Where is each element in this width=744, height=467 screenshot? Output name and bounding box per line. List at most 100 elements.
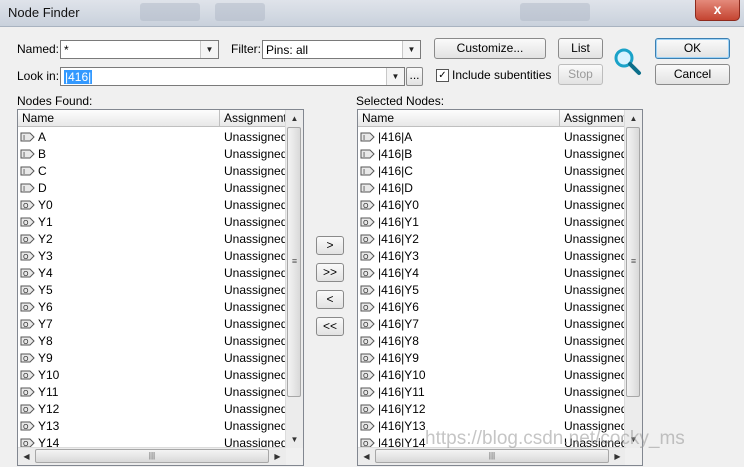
node-name: C: [38, 164, 47, 178]
list-item[interactable]: O Y8 Unassigned: [18, 332, 287, 349]
scroll-right-icon[interactable]: ▶: [269, 448, 286, 465]
list-item[interactable]: I |416|B Unassigned: [358, 145, 627, 162]
chevron-down-icon[interactable]: ▼: [200, 41, 218, 58]
list-item[interactable]: O Y2 Unassigned: [18, 230, 287, 247]
close-button[interactable]: x: [695, 0, 740, 21]
scroll-thumb[interactable]: ≡: [626, 127, 640, 397]
filter-combo[interactable]: Pins: all ▼: [262, 40, 421, 59]
list-item[interactable]: O Y0 Unassigned: [18, 196, 288, 213]
selected-nodes-list[interactable]: Name Assignments I |416|A Unassigned I |416|…: [357, 109, 643, 466]
include-subentities-checkbox[interactable]: ✓: [436, 69, 449, 82]
list-item[interactable]: O |416|Y10 Unassigned: [358, 366, 627, 383]
list-item[interactable]: I B Unassigned: [18, 145, 287, 162]
list-item[interactable]: I C Unassigned: [18, 162, 287, 179]
input-pin-icon: I: [20, 183, 35, 193]
scroll-thumb[interactable]: ≡: [287, 127, 301, 397]
list-item[interactable]: O |416|Y6 Unassigned: [358, 298, 627, 315]
scroll-up-icon[interactable]: ▲: [286, 110, 303, 127]
list-item[interactable]: I |416|C Unassigned: [358, 162, 627, 179]
list-item[interactable]: O |416|Y8 Unassigned: [358, 332, 627, 349]
list-item[interactable]: I D Unassigned: [18, 179, 287, 196]
node-name: |416|D: [378, 181, 413, 195]
list-item[interactable]: O |416|Y4 Unassigned: [358, 264, 627, 281]
list-item[interactable]: O Y13 Unassigned: [18, 417, 287, 434]
list-item[interactable]: O Y1 Unassigned: [18, 213, 287, 230]
node-name: Y4: [38, 266, 53, 280]
node-assignment: Unassigned: [224, 198, 288, 212]
close-icon: x: [713, 1, 722, 17]
list-item[interactable]: O Y5 Unassigned: [18, 281, 287, 298]
add-selected-button[interactable]: >: [316, 236, 344, 255]
list-item[interactable]: O Y4 Unassigned: [18, 264, 287, 281]
node-assignment: Unassigned: [224, 317, 288, 331]
selected-nodes-label: Selected Nodes:: [356, 94, 445, 108]
chevron-down-icon[interactable]: ▼: [402, 41, 420, 58]
scroll-left-icon[interactable]: ◀: [18, 448, 35, 465]
vertical-scrollbar[interactable]: ▲ ≡ ▼: [285, 110, 303, 448]
cancel-button[interactable]: Cancel: [655, 64, 730, 85]
named-combo[interactable]: * ▼: [60, 40, 219, 59]
ok-button[interactable]: OK: [655, 38, 730, 59]
node-assignment: Unassigned: [224, 385, 288, 399]
look-in-combo[interactable]: |416| ▼: [60, 67, 405, 86]
list-item[interactable]: O Y3 Unassigned: [18, 247, 288, 264]
horizontal-scrollbar[interactable]: ◀ ||| ▶: [18, 447, 286, 465]
output-pin-icon: O: [20, 353, 35, 363]
list-item[interactable]: O Y6 Unassigned: [18, 298, 287, 315]
list-item[interactable]: I |416|D Unassigned: [358, 179, 627, 196]
column-header-name[interactable]: Name: [18, 110, 220, 127]
chevron-down-icon[interactable]: ▼: [386, 68, 404, 85]
list-item[interactable]: I |416|A Unassigned: [358, 128, 627, 145]
list-item[interactable]: O |416|Y12 Unassigned: [358, 400, 627, 417]
list-item[interactable]: O |416|Y5 Unassigned: [358, 281, 627, 298]
list-item[interactable]: O Y9 Unassigned: [18, 349, 287, 366]
column-header-assignments[interactable]: Assignments: [220, 110, 293, 127]
cancel-label: Cancel: [673, 67, 712, 81]
customize-label: Customize...: [456, 41, 524, 55]
nodes-found-label: Nodes Found:: [17, 94, 93, 108]
list-item[interactable]: O Y10 Unassigned: [18, 366, 287, 383]
list-button[interactable]: List: [558, 38, 603, 59]
svg-text:I: I: [23, 185, 25, 193]
magnifier-icon: [614, 48, 641, 75]
scroll-right-icon[interactable]: ▶: [609, 448, 626, 465]
list-item[interactable]: O |416|Y0 Unassigned: [358, 196, 627, 213]
input-pin-icon: I: [360, 149, 375, 159]
look-in-value: |416|: [64, 70, 93, 84]
scroll-left-icon[interactable]: ◀: [358, 448, 375, 465]
customize-button[interactable]: Customize...: [434, 38, 546, 59]
svg-text:O: O: [363, 338, 369, 346]
list-item[interactable]: O |416|Y3 Unassigned: [358, 247, 627, 264]
list-item[interactable]: O Y7 Unassigned: [18, 315, 288, 332]
output-pin-icon: O: [20, 387, 35, 397]
node-assignment: Unassigned: [224, 402, 288, 416]
output-pin-icon: O: [20, 319, 35, 329]
list-item[interactable]: O |416|Y2 Unassigned: [358, 230, 627, 247]
scroll-down-icon[interactable]: ▼: [286, 431, 303, 448]
list-item[interactable]: O Y12 Unassigned: [18, 400, 288, 417]
list-item[interactable]: O |416|Y1 Unassigned: [358, 213, 627, 230]
svg-text:I: I: [23, 134, 25, 142]
list-item[interactable]: O |416|Y9 Unassigned: [358, 349, 627, 366]
node-name: Y1: [38, 215, 53, 229]
node-assignment: Unassigned: [224, 249, 288, 263]
named-value: *: [64, 43, 69, 57]
horizontal-scroll-thumb[interactable]: |||: [35, 449, 269, 463]
add-all-button[interactable]: >>: [316, 263, 344, 282]
horizontal-scroll-thumb[interactable]: |||: [375, 449, 609, 463]
node-name: |416|Y9: [378, 351, 419, 365]
stop-button[interactable]: Stop: [558, 64, 603, 85]
list-item[interactable]: O |416|Y7 Unassigned: [358, 315, 627, 332]
remove-selected-button[interactable]: <: [316, 290, 344, 309]
scroll-up-icon[interactable]: ▲: [625, 110, 642, 127]
browse-button[interactable]: ...: [406, 67, 423, 86]
nodes-found-list[interactable]: Name Assignments I A Unassigned I B Unassigne…: [17, 109, 304, 466]
column-header-name[interactable]: Name: [358, 110, 560, 127]
vertical-scrollbar[interactable]: ▲ ≡ ▼: [624, 110, 642, 448]
node-name: |416|Y0: [378, 198, 419, 212]
column-header-assignments[interactable]: Assignments: [560, 110, 633, 127]
remove-all-button[interactable]: <<: [316, 317, 344, 336]
list-item[interactable]: O Y11 Unassigned: [18, 383, 288, 400]
list-item[interactable]: O |416|Y11 Unassigned: [358, 383, 627, 400]
list-item[interactable]: I A Unassigned: [18, 128, 287, 145]
